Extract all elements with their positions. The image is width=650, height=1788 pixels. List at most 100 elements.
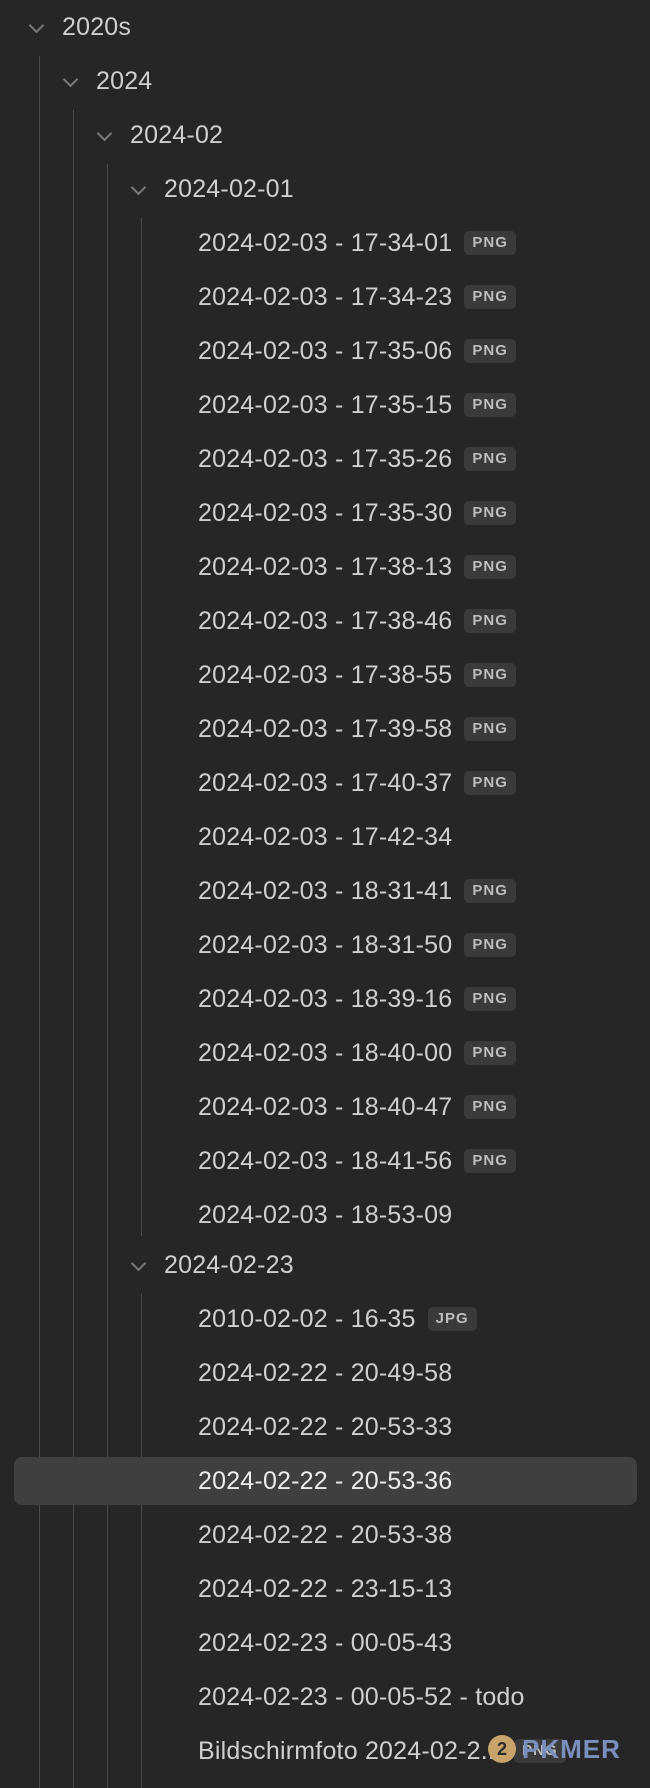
file-item[interactable]: 2024-02-22 - 20-53-38 [0, 1511, 650, 1559]
file-item[interactable]: 2024-02-03 - 18-40-47 PNG [0, 1083, 650, 1131]
file-item-content: 2024-02-03 - 18-39-16 PNG [198, 985, 516, 1014]
file-name: 2024-02-03 - 18-40-47 [198, 1092, 453, 1121]
folder-2024-02-23[interactable]: 2024-02-23 [0, 1241, 650, 1289]
watermark-text: PKMER [522, 1733, 621, 1764]
file-item[interactable]: 2010-02-02 - 16-35 JPG [0, 1295, 650, 1343]
file-item[interactable]: 2024-02-03 - 18-53-09 [0, 1191, 650, 1239]
file-item-content: 2024-02-03 - 17-35-15 PNG [198, 391, 516, 420]
file-item-content: 2024-02-03 - 17-35-06 PNG [198, 337, 516, 366]
file-item[interactable]: 2024-02-03 - 17-35-15 PNG [0, 381, 650, 429]
file-name: 2024-02-03 - 18-53-09 [198, 1200, 453, 1229]
file-item[interactable]: 2024-02-03 - 17-35-26 PNG [0, 435, 650, 483]
file-item[interactable]: 2024-02-22 - 20-49-58 [0, 1349, 650, 1397]
file-name: 2024-02-03 - 17-35-06 [198, 336, 453, 365]
file-item-content: 2024-02-03 - 18-31-50 PNG [198, 931, 516, 960]
file-type-badge: PNG [464, 339, 516, 363]
file-name: 2024-02-23 - 00-05-43 [198, 1628, 453, 1657]
file-item[interactable]: 2024-02-22 - 23-15-13 [0, 1565, 650, 1613]
file-item-content: 2024-02-03 - 17-38-55 PNG [198, 661, 516, 690]
file-item[interactable]: 2024-02-03 - 17-34-23 PNG [0, 273, 650, 321]
file-name: 2024-02-03 - 18-31-41 [198, 876, 453, 905]
file-name: 2024-02-03 - 17-34-01 [198, 228, 453, 257]
file-item[interactable]: 2024-02-03 - 17-35-30 PNG [0, 489, 650, 537]
file-name: 2024-02-03 - 17-34-23 [198, 282, 453, 311]
file-item[interactable]: 2024-02-23 - 00-05-52 - todo [0, 1673, 650, 1721]
file-type-badge: PNG [464, 663, 516, 687]
file-item[interactable]: 2024-02-03 - 17-39-58 PNG [0, 705, 650, 753]
file-item[interactable]: 2024-02-03 - 17-38-13 PNG [0, 543, 650, 591]
file-type-badge: PNG [464, 501, 516, 525]
pkmer-watermark: 2 PKMER [488, 1732, 628, 1766]
watermark-mark: 2 [488, 1735, 516, 1763]
file-item-content: 2024-02-03 - 17-34-01 PNG [198, 229, 516, 258]
file-type-badge: PNG [464, 609, 516, 633]
file-item[interactable]: 2024-02-23 - 00-05-43 [0, 1619, 650, 1667]
folder-label: 2024-02-23 [164, 1250, 294, 1279]
file-item[interactable]: 2024-02-03 - 17-42-34 [0, 813, 650, 861]
file-type-badge: PNG [464, 231, 516, 255]
file-item[interactable]: 2024-02-03 - 18-40-00 PNG [0, 1029, 650, 1077]
file-name: 2024-02-22 - 20-53-36 [198, 1466, 453, 1495]
file-item[interactable]: 2024-02-03 - 17-35-06 PNG [0, 327, 650, 375]
file-item[interactable]: 2024-02-03 - 18-41-56 PNG [0, 1137, 650, 1185]
file-item[interactable]: 2024-02-03 - 18-39-16 PNG [0, 975, 650, 1023]
file-name: 2024-02-03 - 17-39-58 [198, 714, 453, 743]
file-name: 2024-02-03 - 17-35-26 [198, 444, 453, 473]
file-explorer-tree: 2020s 2024 2024-02 2024-02-01 2024-02-23… [0, 0, 650, 1788]
folder-label: 2024-02-01 [164, 174, 294, 203]
file-type-badge: PNG [464, 933, 516, 957]
file-item-content: 2024-02-03 - 18-40-47 PNG [198, 1093, 516, 1122]
file-name: 2024-02-03 - 17-35-15 [198, 390, 453, 419]
file-name: 2024-02-03 - 17-42-34 [198, 822, 453, 851]
file-item[interactable]: 2024-02-22 - 20-53-36 [14, 1457, 637, 1505]
file-item-content: 2024-02-03 - 18-41-56 PNG [198, 1147, 516, 1176]
chevron-down-icon[interactable] [29, 20, 43, 34]
chevron-down-icon[interactable] [131, 1258, 145, 1272]
chevron-down-icon[interactable] [97, 128, 111, 142]
folder-2024-02-01[interactable]: 2024-02-01 [0, 165, 650, 213]
file-name: 2024-02-03 - 18-40-00 [198, 1038, 453, 1067]
file-item-content: 2024-02-03 - 17-35-30 PNG [198, 499, 516, 528]
file-item[interactable]: 2024-02-03 - 18-31-50 PNG [0, 921, 650, 969]
file-type-badge: PNG [464, 555, 516, 579]
file-name: 2024-02-22 - 20-53-33 [198, 1412, 453, 1441]
chevron-down-icon[interactable] [131, 182, 145, 196]
folder-2024-02[interactable]: 2024-02 [0, 111, 650, 159]
file-name: 2024-02-03 - 17-38-55 [198, 660, 453, 689]
chevron-down-icon[interactable] [63, 74, 77, 88]
file-name: 2024-02-22 - 23-15-13 [198, 1574, 453, 1603]
file-name: 2010-02-02 - 16-35 [198, 1304, 416, 1333]
file-item[interactable]: 2024-02-03 - 17-38-55 PNG [0, 651, 650, 699]
file-item[interactable]: 2024-02-22 - 20-53-33 [0, 1403, 650, 1451]
file-type-badge: PNG [464, 393, 516, 417]
file-type-badge: JPG [427, 1307, 477, 1331]
file-type-badge: PNG [464, 879, 516, 903]
file-type-badge: PNG [464, 717, 516, 741]
file-item[interactable]: 2024-02-03 - 18-31-41 PNG [0, 867, 650, 915]
file-type-badge: PNG [464, 771, 516, 795]
file-name: 2024-02-03 - 18-41-56 [198, 1146, 453, 1175]
file-name: 2024-02-03 - 17-35-30 [198, 498, 453, 527]
folder-label: 2024-02 [130, 120, 224, 149]
file-item-content: 2024-02-03 - 17-35-26 PNG [198, 445, 516, 474]
file-type-badge: PNG [464, 285, 516, 309]
file-item-content: 2024-02-03 - 17-40-37 PNG [198, 769, 516, 798]
file-name: Bildschirmfoto 2024-02-2... [198, 1736, 503, 1765]
file-item-content: 2024-02-03 - 17-38-46 PNG [198, 607, 516, 636]
file-item-content: 2024-02-03 - 17-39-58 PNG [198, 715, 516, 744]
folder-2024[interactable]: 2024 [0, 57, 650, 105]
file-item[interactable]: 2024-02-03 - 17-38-46 PNG [0, 597, 650, 645]
file-name: 2024-02-22 - 20-49-58 [198, 1358, 453, 1387]
folder-label: 2024 [96, 66, 153, 95]
file-item[interactable]: 2024-02-03 - 17-40-37 PNG [0, 759, 650, 807]
file-name: 2024-02-22 - 20-53-38 [198, 1520, 453, 1549]
file-name: 2024-02-23 - 00-05-52 - todo [198, 1682, 525, 1711]
folder-label: 2020s [62, 12, 132, 41]
file-item[interactable]: 2024-02-03 - 17-34-01 PNG [0, 219, 650, 267]
file-type-badge: PNG [464, 1095, 516, 1119]
folder-2020s[interactable]: 2020s [0, 3, 650, 51]
file-name: 2024-02-03 - 17-40-37 [198, 768, 453, 797]
file-name: 2024-02-03 - 18-39-16 [198, 984, 453, 1013]
file-item-content: 2010-02-02 - 16-35 JPG [198, 1305, 477, 1334]
file-type-badge: PNG [464, 1149, 516, 1173]
